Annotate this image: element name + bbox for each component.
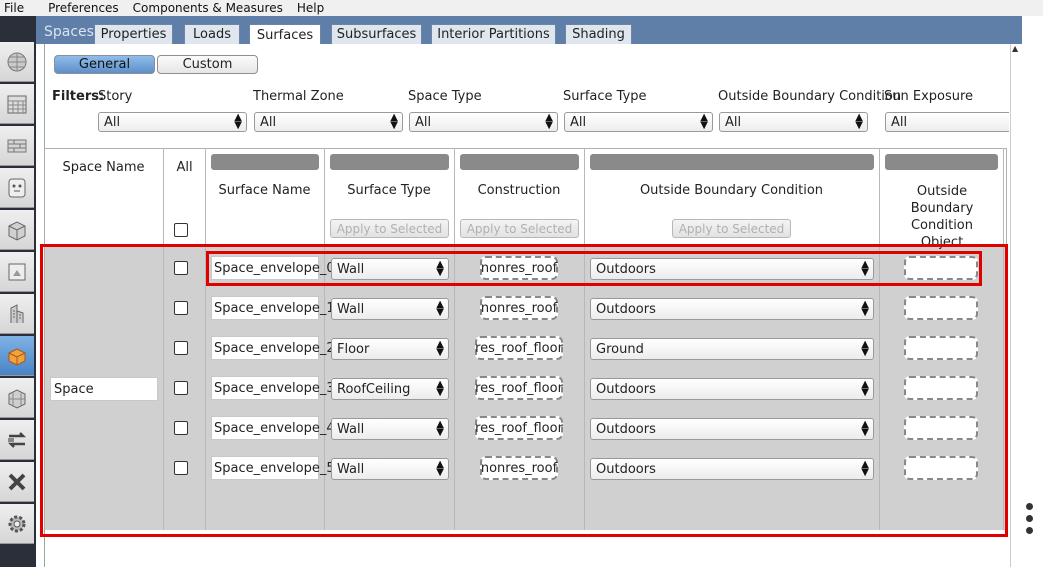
column-drop-zone[interactable] [330, 154, 449, 170]
filter-thermal-zone-value: All [260, 114, 277, 130]
row-highlight [206, 251, 982, 286]
filter-surface-type-label: Surface Type [563, 89, 647, 104]
tab-loads[interactable]: Loads [184, 24, 240, 44]
filter-obc-select[interactable]: All ▲ ▼ [719, 112, 868, 132]
select-all-checkbox[interactable] [174, 223, 188, 237]
hvac-icon[interactable] [0, 420, 34, 460]
filter-space-type-select[interactable]: All ▲ ▼ [409, 112, 558, 132]
space-group-highlight [40, 244, 1008, 537]
filter-thermal-zone-select[interactable]: All ▲ ▼ [254, 112, 403, 132]
vertical-scrollbar[interactable] [1010, 44, 1022, 567]
filter-surface-type-value: All [570, 114, 587, 130]
updown-arrow-icon: ▲ ▼ [700, 112, 708, 131]
column-drop-zone[interactable] [460, 154, 579, 170]
splitter-dot [1026, 515, 1033, 522]
updown-arrow-icon: ▲ ▼ [545, 112, 553, 131]
filters-label: Filters: [52, 89, 105, 104]
left-toolbar [0, 16, 36, 567]
updown-arrow-icon: ▲ ▼ [855, 112, 863, 131]
filter-sun-exposure-label: Sun Exposure [884, 89, 974, 104]
filter-obc-value: All [725, 114, 742, 130]
scroll-up-icon[interactable]: ▲ [1012, 44, 1018, 53]
menu-file[interactable]: File [4, 1, 24, 15]
right-panel-edge [1022, 16, 1043, 567]
apply-to-selected-construction-button[interactable]: Apply to Selected [460, 219, 579, 238]
column-drop-zone[interactable] [211, 154, 319, 170]
site-icon[interactable] [0, 42, 34, 82]
apply-to-selected-surface-type-button[interactable]: Apply to Selected [330, 219, 449, 238]
tab-properties[interactable]: Properties [94, 24, 173, 44]
filter-surface-type-select[interactable]: All ▲ ▼ [564, 112, 713, 132]
menu-preferences[interactable]: Preferences [48, 1, 119, 15]
general-view-button[interactable]: General [54, 55, 155, 74]
tab-shading[interactable]: Shading [565, 24, 632, 44]
spaces-icon[interactable] [0, 336, 34, 376]
menu-help[interactable]: Help [297, 1, 324, 15]
filter-thermal-zone-label: Thermal Zone [253, 89, 344, 104]
space-types-icon[interactable] [0, 210, 34, 250]
tab-surfaces[interactable]: Surfaces [249, 24, 321, 45]
filter-story-select[interactable]: All ▲ ▼ [98, 112, 247, 132]
updown-arrow-icon: ▲ ▼ [390, 112, 398, 131]
filter-obc-label: Outside Boundary Condition [718, 89, 902, 104]
apply-to-selected-obc-button[interactable]: Apply to Selected [672, 219, 791, 238]
facility-icon[interactable] [0, 294, 34, 334]
header-obc: Outside Boundary Condition [639, 183, 824, 198]
filter-story-value: All [104, 114, 121, 130]
tab-interior-partitions[interactable]: Interior Partitions [431, 24, 556, 44]
settings-icon[interactable] [0, 504, 34, 544]
filter-story-label: Story [98, 89, 133, 104]
filter-space-type-value: All [415, 114, 432, 130]
column-drop-zone[interactable] [885, 154, 998, 170]
header-construction: Construction [477, 183, 561, 198]
geometry-icon[interactable] [0, 252, 34, 292]
loads-icon[interactable] [0, 168, 34, 208]
custom-view-button[interactable]: Custom [157, 55, 258, 74]
schedules-icon[interactable] [0, 84, 34, 124]
splitter-handle-icon[interactable] [1026, 503, 1033, 510]
filter-sun-exposure-value: All [891, 114, 908, 130]
section-label: Spaces [44, 24, 94, 40]
filter-sun-exposure-select[interactable]: All [885, 112, 1009, 132]
header-surface-type: Surface Type [347, 183, 431, 198]
updown-arrow-icon: ▲ ▼ [234, 112, 242, 131]
header-all: All [176, 160, 193, 175]
thermal-zones-icon[interactable] [0, 378, 34, 418]
header-space-name: Space Name [62, 160, 145, 175]
constructions-icon[interactable] [0, 126, 34, 166]
tab-subsurfaces[interactable]: Subsurfaces [331, 24, 422, 44]
header-obc-object: Outside Boundary Condition Object [910, 184, 974, 250]
splitter-dot [1026, 527, 1033, 534]
output-icon[interactable] [0, 462, 34, 502]
menu-bar: File Preferences Components & Measures H… [0, 0, 1043, 16]
header-surface-name: Surface Name [218, 183, 311, 198]
menu-components-measures[interactable]: Components & Measures [133, 1, 283, 15]
column-drop-zone[interactable] [590, 154, 874, 170]
filter-space-type-label: Space Type [408, 89, 482, 104]
